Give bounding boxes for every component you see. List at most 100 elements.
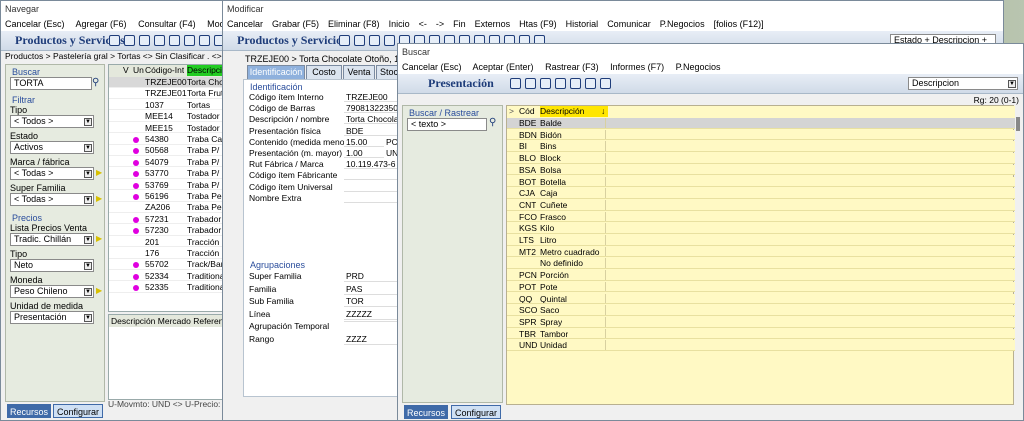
- lista-select[interactable]: Tradic. Chillán ▼: [10, 233, 94, 246]
- menu-item[interactable]: Grabar (F5): [272, 19, 319, 29]
- tipo-select[interactable]: < Todos > ▼: [10, 115, 94, 128]
- list-item[interactable]: No definido: [507, 258, 1015, 270]
- list-item[interactable]: BOT Botella: [507, 176, 1015, 188]
- menu-item[interactable]: Cancelar: [227, 19, 263, 29]
- list-item[interactable]: BI Bins: [507, 141, 1015, 153]
- list-item[interactable]: BDE Balde: [507, 118, 1015, 129]
- search-icon[interactable]: ⚲: [489, 117, 496, 128]
- list-item[interactable]: UND Unidad: [507, 340, 1015, 351]
- field-value[interactable]: BDE: [344, 126, 402, 136]
- col-v[interactable]: V: [123, 65, 129, 76]
- tab-identificacion[interactable]: Identificación: [247, 65, 305, 79]
- search-icon[interactable]: ⚲: [92, 77, 99, 88]
- agrup-value[interactable]: TOR: [344, 296, 402, 308]
- scrollbar-thumb[interactable]: [1016, 117, 1020, 131]
- col-descripcion[interactable]: Descripción: [540, 106, 608, 117]
- menu-cancelar[interactable]: Cancelar (Esc): [5, 19, 65, 29]
- list-item[interactable]: BLO Block: [507, 153, 1015, 164]
- print-icon[interactable]: [199, 35, 210, 47]
- sort-select[interactable]: Descripcion ▼: [908, 77, 1018, 90]
- tab-costo[interactable]: Costo: [306, 65, 342, 79]
- col-cod[interactable]: Cód: [519, 106, 535, 117]
- field-value[interactable]: [344, 170, 402, 181]
- menu-item[interactable]: Historial: [566, 19, 599, 29]
- agrup-value[interactable]: [344, 321, 402, 323]
- list-item[interactable]: KGS Kilo: [507, 223, 1015, 234]
- chevron-down-icon[interactable]: ▼: [84, 236, 92, 244]
- delete-icon[interactable]: [154, 35, 165, 47]
- back-icon[interactable]: [109, 35, 120, 47]
- menu-item[interactable]: P.Negocios: [660, 19, 705, 29]
- list-item[interactable]: POT Pote: [507, 281, 1015, 293]
- save-icon[interactable]: [139, 35, 150, 47]
- chevron-down-icon[interactable]: ▼: [84, 144, 92, 152]
- tab-configurar[interactable]: Configurar: [53, 404, 103, 418]
- print-icon[interactable]: [585, 78, 596, 90]
- menu-rastrear[interactable]: Rastrear (F3): [545, 62, 599, 72]
- menu-agregar[interactable]: Agregar (F6): [76, 19, 127, 29]
- field-value[interactable]: Torta Chocolate: [344, 114, 402, 125]
- field-value[interactable]: 15.00: [344, 137, 384, 147]
- chevron-down-icon[interactable]: ▼: [84, 288, 92, 296]
- list-item[interactable]: SCO Saco: [507, 305, 1015, 316]
- list-item[interactable]: TBR Tambor: [507, 328, 1015, 340]
- chevron-down-icon[interactable]: ▼: [84, 118, 92, 126]
- delete-icon[interactable]: [369, 35, 380, 47]
- gear-icon[interactable]: [600, 78, 611, 90]
- search-input[interactable]: TORTA: [10, 77, 92, 90]
- estado-select[interactable]: Activos ▼: [10, 141, 94, 154]
- field-value[interactable]: [344, 193, 402, 203]
- menu-cancelar[interactable]: Cancelar (Esc): [402, 62, 462, 72]
- list-item[interactable]: CNT Cuñete: [507, 199, 1015, 211]
- menu-item[interactable]: Htas (F9): [519, 19, 557, 29]
- back-icon[interactable]: [339, 35, 350, 47]
- menu-item[interactable]: Comunicar: [607, 19, 651, 29]
- menu-item[interactable]: Externos: [475, 19, 511, 29]
- menu-item[interactable]: <-: [419, 19, 427, 29]
- add-icon[interactable]: [124, 35, 135, 47]
- arrow-right-icon[interactable]: ▶: [96, 194, 102, 203]
- field-value[interactable]: [344, 182, 402, 192]
- agrup-value[interactable]: ZZZZ: [344, 334, 402, 345]
- menu-pnegocios[interactable]: P.Negocios: [676, 62, 721, 72]
- rastrear-input[interactable]: < texto >: [407, 118, 487, 131]
- tab-venta[interactable]: Venta: [343, 65, 375, 79]
- chevron-down-icon[interactable]: ▼: [84, 262, 92, 270]
- tab-recursos[interactable]: Recursos: [404, 405, 448, 419]
- search-icon[interactable]: [540, 78, 551, 90]
- list-item[interactable]: BDN Bidón: [507, 129, 1015, 141]
- list-item[interactable]: CJA Caja: [507, 188, 1015, 199]
- copy-icon[interactable]: [525, 78, 536, 90]
- col-un[interactable]: Un: [133, 65, 144, 76]
- back-icon[interactable]: [510, 78, 521, 90]
- menu-item[interactable]: ->: [436, 19, 444, 29]
- unidad-select[interactable]: Presentación ▼: [10, 311, 94, 324]
- arrow-right-icon[interactable]: ▶: [96, 286, 102, 295]
- menu-item[interactable]: Eliminar (F8): [328, 19, 380, 29]
- list-item[interactable]: LTS Litro: [507, 235, 1015, 246]
- copy-icon[interactable]: [169, 35, 180, 47]
- list-item[interactable]: MT2 Metro cuadrado: [507, 246, 1015, 258]
- tipo2-select[interactable]: Neto ▼: [10, 259, 94, 272]
- list-item[interactable]: QQ Quintal: [507, 293, 1015, 305]
- menu-item[interactable]: [folios (F12)]: [714, 19, 764, 29]
- tab-recursos[interactable]: Recursos: [7, 404, 51, 418]
- agrup-value[interactable]: PAS: [344, 284, 402, 295]
- arrow-right-icon[interactable]: ▶: [96, 234, 102, 243]
- menu-aceptar[interactable]: Aceptar (Enter): [473, 62, 534, 72]
- field-value[interactable]: 790813223506: [344, 103, 402, 114]
- list-item[interactable]: BSA Bolsa: [507, 164, 1015, 176]
- chevron-down-icon[interactable]: ▼: [84, 196, 92, 204]
- chevron-down-icon[interactable]: ▼: [84, 314, 92, 322]
- menu-item[interactable]: Inicio: [389, 19, 410, 29]
- list-item[interactable]: FCO Frasco: [507, 211, 1015, 223]
- first-icon[interactable]: [384, 35, 395, 47]
- field-value[interactable]: 1.00: [344, 148, 384, 158]
- chevron-down-icon[interactable]: ▼: [84, 170, 92, 178]
- arrow-right-icon[interactable]: ▶: [96, 168, 102, 177]
- field-value[interactable]: 10.119.473-6: [344, 159, 402, 170]
- moneda-select[interactable]: Peso Chileno ▼: [10, 285, 94, 298]
- chevron-down-icon[interactable]: ▼: [1008, 80, 1016, 88]
- list-icon[interactable]: [184, 35, 195, 47]
- breadcrumb[interactable]: Productos > Pastelería gral > Tortas <> …: [5, 51, 259, 62]
